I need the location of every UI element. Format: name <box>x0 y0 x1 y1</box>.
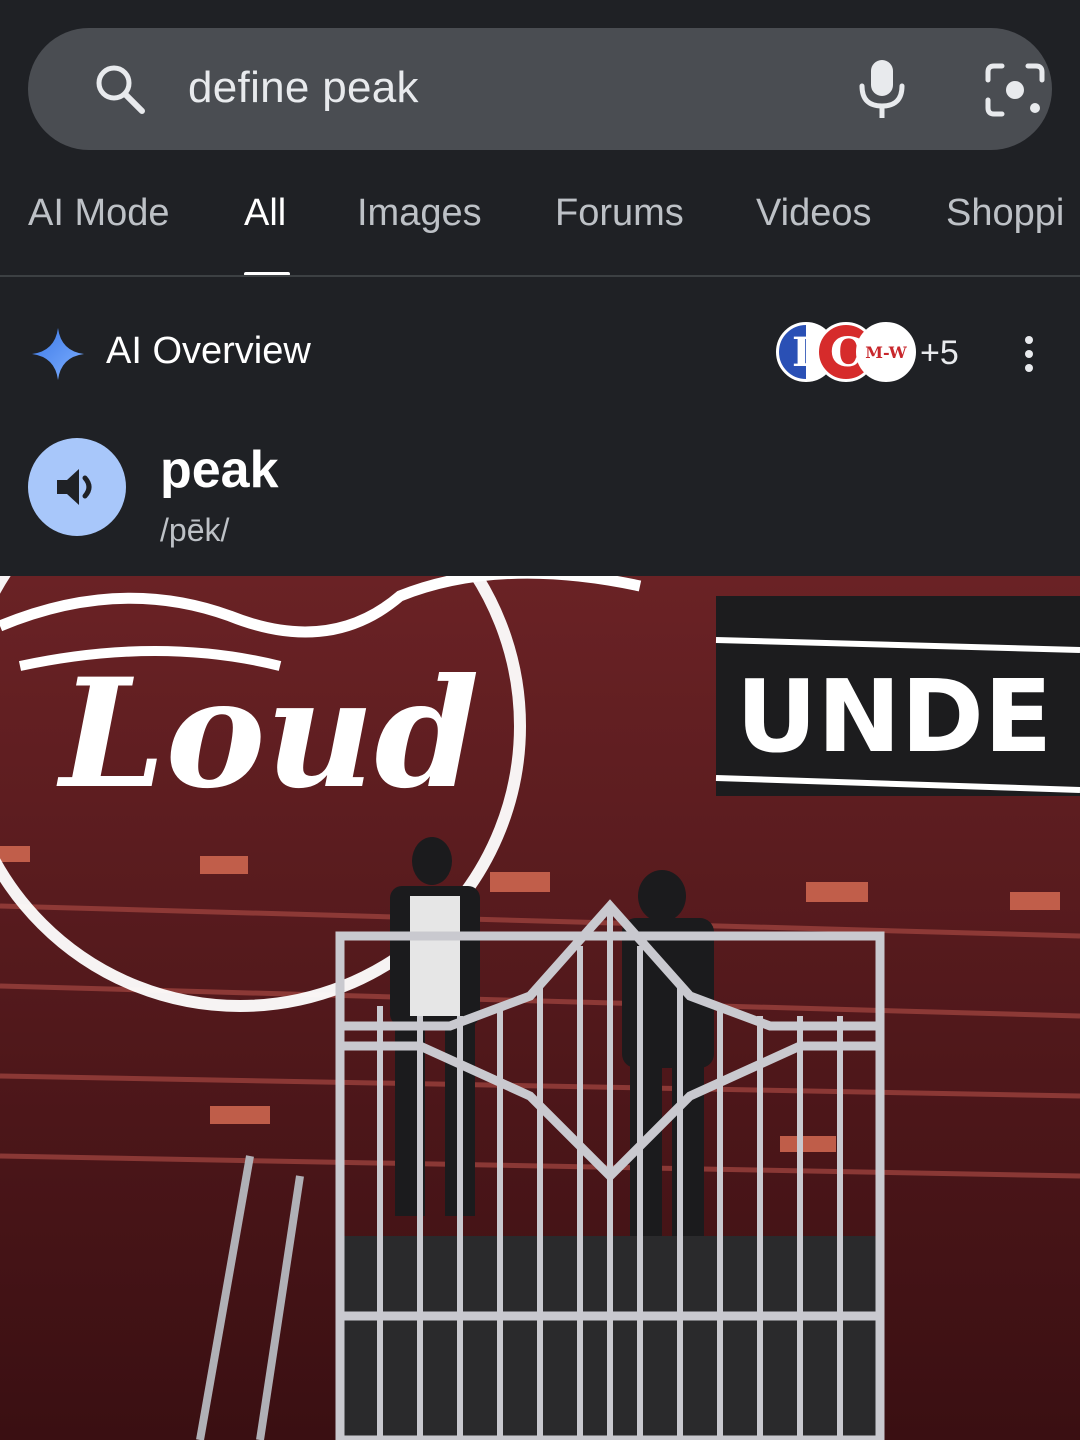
more-sources-count[interactable]: +5 <box>920 334 959 373</box>
ai-overview-header: AI Overview L C M-W +5 <box>0 300 1080 410</box>
video-frame: Loud UNDE <box>0 576 1080 1440</box>
google-lens-icon[interactable] <box>984 62 1046 118</box>
neon-sign-text: Loud <box>56 646 479 822</box>
more-options-icon[interactable] <box>1014 334 1044 374</box>
tab-forums[interactable]: Forums <box>555 192 684 235</box>
source-favicons[interactable]: L C M-W <box>776 322 916 382</box>
search-query[interactable]: define peak <box>188 63 419 113</box>
tabs-divider <box>0 275 1080 277</box>
ai-sparkle-icon <box>32 328 84 380</box>
defined-word: peak <box>160 441 279 499</box>
speaker-icon <box>57 469 92 505</box>
microphone-icon[interactable] <box>854 58 910 120</box>
search-tabs: AI Mode All Images Forums Videos Shoppi <box>0 170 1080 276</box>
led-screen-text: UNDE <box>736 658 1052 775</box>
definition-header: peak /pēk/ <box>0 420 1080 570</box>
ai-overview-title: AI Overview <box>106 330 311 372</box>
tab-videos[interactable]: Videos <box>756 192 872 235</box>
tab-all[interactable]: All <box>244 192 286 235</box>
phonetic-spelling: /pēk/ <box>160 512 230 548</box>
tab-ai-mode[interactable]: AI Mode <box>28 192 170 235</box>
pronunciation-play-button[interactable] <box>28 438 126 536</box>
search-icon[interactable] <box>92 61 148 117</box>
search-bar[interactable]: define peak <box>28 28 1052 150</box>
tab-images[interactable]: Images <box>357 192 482 235</box>
concert-stage-image: Loud UNDE <box>0 576 1080 1440</box>
tab-shopping[interactable]: Shoppi <box>946 192 1064 235</box>
source-favicon[interactable]: M-W <box>856 322 916 382</box>
